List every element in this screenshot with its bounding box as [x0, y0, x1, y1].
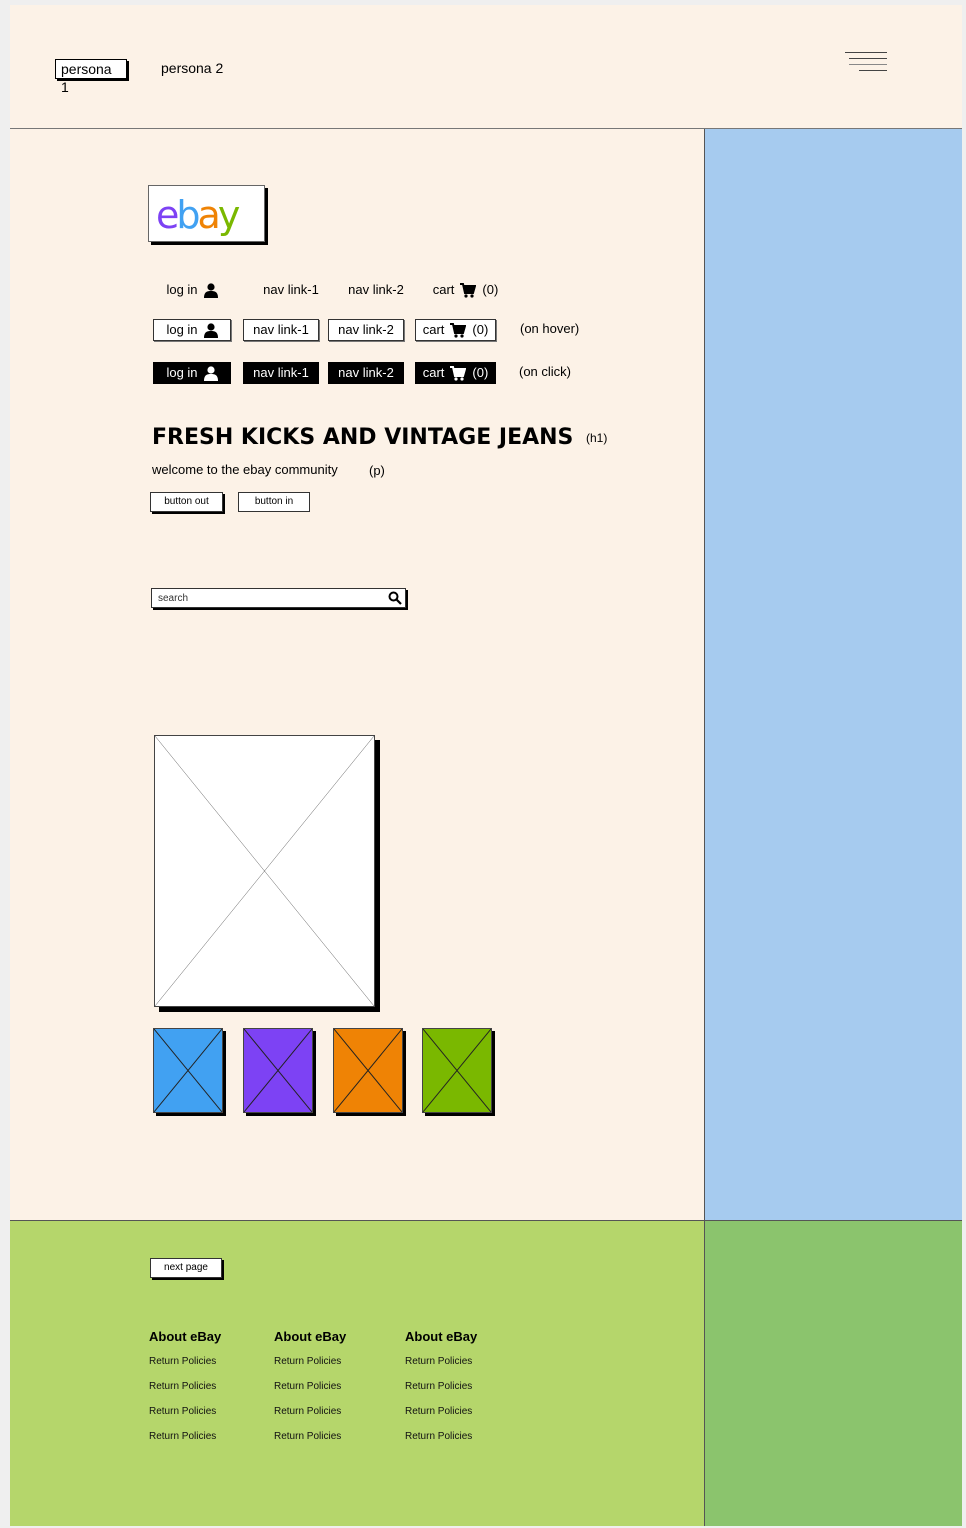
persona-1-tab[interactable]: persona 1: [55, 59, 127, 95]
search-icon[interactable]: [388, 591, 402, 605]
nav-link-1-hover[interactable]: nav link-1: [243, 319, 319, 341]
hamburger-icon[interactable]: [845, 52, 887, 72]
cart-link-hover[interactable]: cart (0): [415, 319, 496, 341]
persona-2-tab[interactable]: persona 2: [156, 59, 228, 79]
nav-link-1[interactable]: nav link-1: [253, 279, 329, 301]
p-annotation: (p): [369, 463, 385, 478]
login-label: log in: [166, 322, 198, 337]
next-page-button[interactable]: next page: [150, 1258, 222, 1278]
cart-icon: [460, 282, 477, 298]
cart-count: (0): [472, 365, 489, 380]
user-icon: [203, 322, 218, 338]
welcome-text: welcome to the ebay community: [152, 462, 338, 477]
svg-text:ebay: ebay: [156, 193, 240, 237]
cart-link-active[interactable]: cart (0): [415, 362, 496, 384]
button-in[interactable]: button in: [238, 492, 310, 512]
footer-link[interactable]: Return Policies: [274, 1430, 346, 1455]
login-label: log in: [166, 365, 198, 380]
user-icon: [203, 365, 218, 381]
footer-heading: About eBay: [149, 1329, 222, 1344]
nav-link-2-hover[interactable]: nav link-2: [328, 319, 404, 341]
login-link[interactable]: log in: [153, 279, 231, 301]
user-icon: [203, 282, 218, 298]
main-content: ebay log in nav link-1 nav link-2 cart (…: [10, 129, 704, 1220]
thumbnail-green[interactable]: [422, 1028, 492, 1113]
logo-letter-e: e: [156, 193, 178, 237]
cart-label: cart: [422, 322, 445, 337]
footer: next page About eBay Return Policies Ret…: [10, 1220, 704, 1526]
thumbnail-orange[interactable]: [333, 1028, 403, 1113]
hover-state-label: (on hover): [520, 321, 580, 336]
footer-column-2: About eBay Return Policies Return Polici…: [274, 1329, 346, 1455]
footer-link[interactable]: Return Policies: [405, 1355, 477, 1380]
footer-column-3: About eBay Return Policies Return Polici…: [405, 1329, 477, 1455]
footer-heading: About eBay: [405, 1329, 478, 1344]
page-frame: persona 1 persona 2 ebay log in nav link…: [10, 5, 962, 1526]
footer-column-1: About eBay Return Policies Return Polici…: [149, 1329, 221, 1455]
logo-letter-a: a: [198, 193, 218, 237]
nav-link-2-active[interactable]: nav link-2: [328, 362, 404, 384]
login-link-hover[interactable]: log in: [153, 319, 231, 341]
right-sidebar: [704, 129, 962, 1220]
page-title: FRESH KICKS AND VINTAGE JEANS: [152, 425, 574, 450]
cart-link[interactable]: cart (0): [425, 279, 506, 301]
ebay-logo[interactable]: ebay: [148, 185, 265, 242]
cart-label: cart: [432, 282, 455, 297]
search-input[interactable]: [152, 589, 382, 607]
cart-label: cart: [422, 365, 445, 380]
header: persona 1 persona 2: [10, 5, 962, 129]
nav-link-1-active[interactable]: nav link-1: [243, 362, 319, 384]
cart-icon: [450, 365, 467, 381]
thumbnail-purple[interactable]: [243, 1028, 313, 1113]
footer-heading: About eBay: [274, 1329, 347, 1344]
logo-letter-b: b: [176, 193, 199, 237]
cart-icon: [450, 322, 467, 338]
footer-link[interactable]: Return Policies: [274, 1355, 346, 1380]
footer-link[interactable]: Return Policies: [405, 1380, 477, 1405]
click-state-label: (on click): [519, 364, 572, 379]
footer-link[interactable]: Return Policies: [405, 1405, 477, 1430]
nav-link-2[interactable]: nav link-2: [338, 279, 414, 301]
logo-letter-y: y: [218, 193, 240, 237]
footer-link[interactable]: Return Policies: [405, 1430, 477, 1455]
footer-link[interactable]: Return Policies: [149, 1405, 221, 1430]
login-link-active[interactable]: log in: [153, 362, 231, 384]
footer-link[interactable]: Return Policies: [274, 1405, 346, 1430]
button-out[interactable]: button out: [150, 492, 223, 512]
login-label: log in: [166, 282, 198, 297]
footer-link[interactable]: Return Policies: [149, 1355, 221, 1380]
thumbnail-blue[interactable]: [153, 1028, 223, 1113]
search-bar: [151, 588, 406, 608]
footer-link[interactable]: Return Policies: [149, 1430, 221, 1455]
cart-count: (0): [472, 322, 489, 337]
cart-count: (0): [482, 282, 499, 297]
footer-sidebar: [704, 1220, 962, 1526]
h1-annotation: (h1): [586, 431, 608, 445]
footer-link[interactable]: Return Policies: [149, 1380, 221, 1405]
footer-link[interactable]: Return Policies: [274, 1380, 346, 1405]
product-image-placeholder[interactable]: [154, 735, 375, 1007]
